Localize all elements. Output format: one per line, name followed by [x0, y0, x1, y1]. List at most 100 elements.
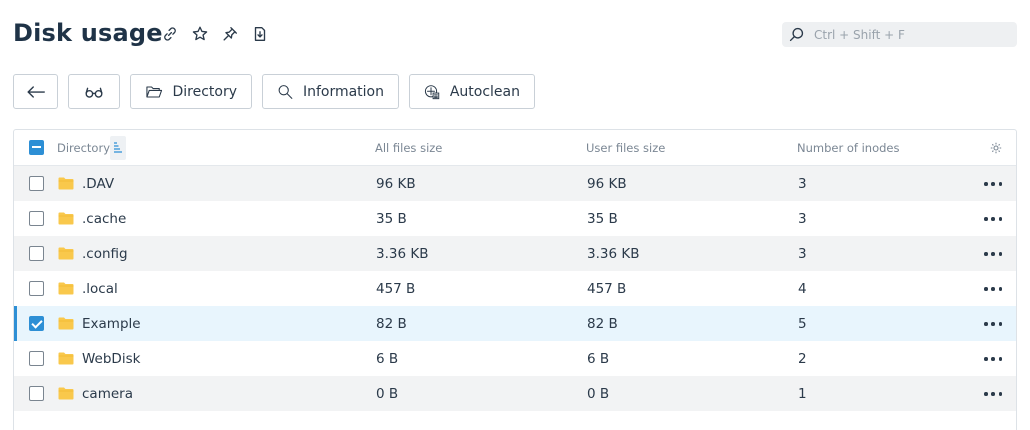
- information-button-label: Information: [302, 83, 384, 100]
- directory-button-label: Directory: [172, 83, 237, 100]
- cell-directory[interactable]: WebDisk: [82, 351, 140, 367]
- cell-user-files-size: 457 B: [587, 281, 627, 297]
- dot: [991, 217, 995, 221]
- view-button[interactable]: [68, 74, 120, 109]
- folder-icon: [58, 212, 74, 225]
- table-header: Directory All files size User files size…: [14, 130, 1016, 166]
- column-header-user-files-size[interactable]: User files size: [586, 141, 665, 155]
- toolbar: Directory Information Autoclean: [13, 74, 535, 110]
- select-all-checkbox[interactable]: [29, 140, 44, 155]
- cell-inodes: 1: [798, 386, 807, 402]
- table-row[interactable]: Example 82 B 82 B 5: [14, 306, 1016, 341]
- directory-table: Directory All files size User files size…: [13, 129, 1017, 430]
- row-checkbox[interactable]: [29, 211, 44, 226]
- cell-all-files-size: 457 B: [376, 281, 416, 297]
- page-header: Disk usage: [0, 0, 1030, 70]
- cell-directory[interactable]: camera: [82, 386, 133, 402]
- dot: [984, 357, 988, 361]
- row-menu-button[interactable]: [984, 182, 1002, 186]
- back-button[interactable]: [13, 74, 58, 109]
- dot: [998, 287, 1002, 291]
- folder-icon: [58, 387, 74, 400]
- row-menu-button[interactable]: [984, 287, 1002, 291]
- folder-icon: [58, 247, 74, 260]
- cell-inodes: 5: [798, 316, 807, 332]
- cell-directory[interactable]: .local: [82, 281, 118, 297]
- cell-user-files-size: 96 KB: [587, 176, 627, 192]
- dot: [998, 182, 1002, 186]
- cell-directory[interactable]: .config: [82, 246, 128, 262]
- dot: [991, 357, 995, 361]
- information-button[interactable]: Information: [262, 74, 399, 109]
- dot: [984, 287, 988, 291]
- folder-icon: [58, 317, 74, 330]
- row-checkbox[interactable]: [29, 281, 44, 296]
- table-row[interactable]: .local 457 B 457 B 4: [14, 271, 1016, 306]
- autoclean-icon: [424, 84, 440, 99]
- table-row[interactable]: .cache 35 B 35 B 3: [14, 201, 1016, 236]
- column-header-inodes[interactable]: Number of inodes: [797, 141, 899, 155]
- cell-all-files-size: 0 B: [376, 386, 399, 402]
- table-row[interactable]: .DAV 96 KB 96 KB 3: [14, 166, 1016, 201]
- dot: [991, 252, 995, 256]
- column-header-all-files-size[interactable]: All files size: [375, 141, 442, 155]
- autoclean-button[interactable]: Autoclean: [409, 74, 535, 109]
- table-row[interactable]: .config 3.36 KB 3.36 KB 3: [14, 236, 1016, 271]
- row-checkbox[interactable]: [29, 316, 44, 331]
- dot: [998, 392, 1002, 396]
- search-box[interactable]: [782, 22, 1017, 47]
- sort-indicator[interactable]: [110, 136, 126, 160]
- folder-open-icon: [146, 85, 163, 98]
- column-header-directory[interactable]: Directory: [57, 141, 110, 155]
- row-menu-button[interactable]: [984, 217, 1002, 221]
- row-menu-button[interactable]: [984, 322, 1002, 326]
- dot: [998, 357, 1002, 361]
- cell-directory[interactable]: .DAV: [82, 176, 114, 192]
- cell-directory[interactable]: Example: [82, 316, 141, 332]
- cell-all-files-size: 82 B: [376, 316, 407, 332]
- folder-icon: [58, 282, 74, 295]
- folder-icon: [58, 177, 74, 190]
- cell-user-files-size: 0 B: [587, 386, 610, 402]
- cell-all-files-size: 6 B: [376, 351, 399, 367]
- cell-user-files-size: 35 B: [587, 211, 618, 227]
- cell-inodes: 3: [798, 246, 807, 262]
- download-icon[interactable]: [250, 24, 269, 44]
- dot: [998, 252, 1002, 256]
- cell-all-files-size: 3.36 KB: [376, 246, 429, 262]
- pin-icon[interactable]: [220, 24, 239, 44]
- row-checkbox[interactable]: [29, 176, 44, 191]
- glasses-icon: [85, 87, 103, 98]
- cell-all-files-size: 96 KB: [376, 176, 416, 192]
- dot: [998, 217, 1002, 221]
- cell-user-files-size: 82 B: [587, 316, 618, 332]
- cell-inodes: 3: [798, 176, 807, 192]
- table-row[interactable]: camera 0 B 0 B 1: [14, 376, 1016, 411]
- gear-icon[interactable]: [990, 142, 1002, 154]
- cell-all-files-size: 35 B: [376, 211, 407, 227]
- cell-inodes: 4: [798, 281, 807, 297]
- page-title: Disk usage: [13, 19, 163, 47]
- title-actions: [160, 24, 269, 44]
- cell-user-files-size: 3.36 KB: [587, 246, 640, 262]
- row-checkbox[interactable]: [29, 351, 44, 366]
- row-menu-button[interactable]: [984, 252, 1002, 256]
- search-input[interactable]: [814, 25, 1009, 44]
- dot: [984, 182, 988, 186]
- dot: [984, 252, 988, 256]
- search-icon: [789, 27, 804, 42]
- row-menu-button[interactable]: [984, 357, 1002, 361]
- row-checkbox[interactable]: [29, 246, 44, 261]
- link-icon[interactable]: [160, 24, 179, 44]
- cell-directory[interactable]: .cache: [82, 211, 126, 227]
- sort-asc-icon: [114, 142, 122, 153]
- row-menu-button[interactable]: [984, 392, 1002, 396]
- dot: [998, 322, 1002, 326]
- table-row[interactable]: WebDisk 6 B 6 B 2: [14, 341, 1016, 376]
- star-icon[interactable]: [190, 24, 209, 44]
- directory-button[interactable]: Directory: [130, 74, 252, 109]
- folder-icon: [58, 352, 74, 365]
- row-checkbox[interactable]: [29, 386, 44, 401]
- dot: [984, 392, 988, 396]
- cell-user-files-size: 6 B: [587, 351, 610, 367]
